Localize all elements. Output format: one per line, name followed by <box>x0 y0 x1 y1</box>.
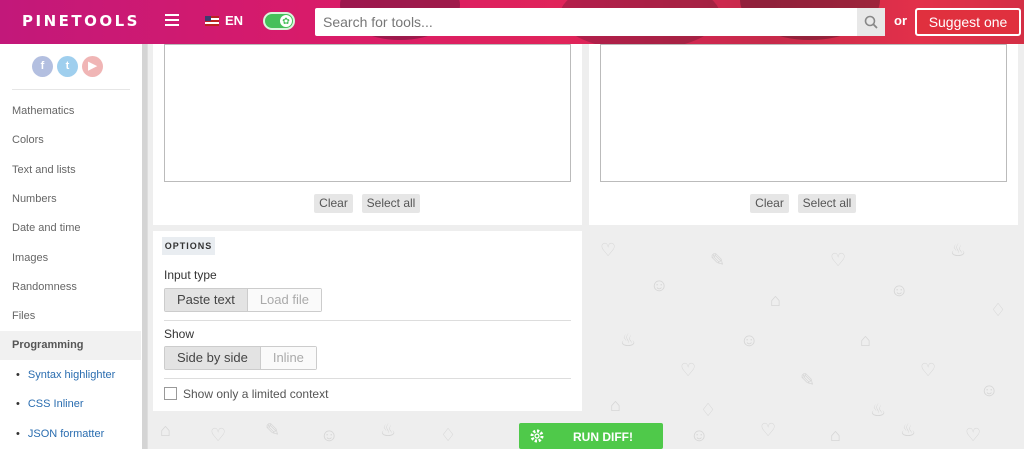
search-button[interactable] <box>857 8 885 36</box>
run-diff-label: RUN DIFF! <box>573 430 633 444</box>
search-input[interactable] <box>315 8 857 36</box>
input-type-selector: Paste text Load file <box>164 288 322 312</box>
sidebar-subitem-syntax-highlighter[interactable]: Syntax highlighter <box>16 369 115 381</box>
language-label: EN <box>225 13 244 28</box>
paste-text-option[interactable]: Paste text <box>165 289 248 311</box>
youtube-icon[interactable]: ▶ <box>82 56 103 77</box>
suggest-button[interactable]: Suggest one <box>915 8 1021 36</box>
limited-context-label[interactable]: Show only a limited context <box>183 387 328 401</box>
divider <box>12 89 130 90</box>
gear-icon <box>530 429 544 443</box>
theme-toggle[interactable]: ✿ <box>263 12 295 30</box>
sidebar-item-numbers[interactable]: Numbers <box>12 193 57 205</box>
sidebar-scrollbar[interactable] <box>142 44 147 449</box>
language-selector[interactable]: EN <box>205 13 243 28</box>
gear-icon: ✿ <box>280 15 292 27</box>
sidebar-subitem-css-inliner[interactable]: CSS Inliner <box>16 398 84 410</box>
sidebar-item-randomness[interactable]: Randomness <box>12 281 77 293</box>
facebook-icon[interactable]: f <box>32 56 53 77</box>
right-select-all-button[interactable]: Select all <box>798 194 856 213</box>
us-flag-icon <box>205 15 219 26</box>
logo[interactable]: PINETOOLS <box>22 12 140 30</box>
right-clear-button[interactable]: Clear <box>750 194 789 213</box>
left-clear-button[interactable]: Clear <box>314 194 353 213</box>
sidebar-item-date-and-time[interactable]: Date and time <box>12 222 80 234</box>
show-label: Show <box>164 327 195 341</box>
search-icon <box>864 15 878 29</box>
sidebar-item-text-and-lists[interactable]: Text and lists <box>12 164 76 176</box>
sidebar-item-programming[interactable]: Programming <box>0 331 141 360</box>
sidebar-item-files[interactable]: Files <box>12 310 35 322</box>
search-bar <box>315 8 885 36</box>
hamburger-menu-icon[interactable] <box>165 14 179 26</box>
inline-option[interactable]: Inline <box>260 347 316 369</box>
right-text-area[interactable] <box>600 44 1007 182</box>
or-text: or <box>894 13 907 28</box>
top-header: PINETOOLS EN ✿ or Suggest one <box>0 0 1024 44</box>
sidebar-subitem-json-formatter[interactable]: JSON formatter <box>16 428 104 440</box>
social-links: f t ▶ <box>32 56 103 77</box>
twitter-icon[interactable]: t <box>57 56 78 77</box>
load-file-option[interactable]: Load file <box>247 289 321 311</box>
sidebar-item-images[interactable]: Images <box>12 252 48 264</box>
left-text-area[interactable] <box>164 44 571 182</box>
run-diff-button[interactable]: RUN DIFF! <box>519 423 663 449</box>
side-by-side-option[interactable]: Side by side <box>165 347 261 369</box>
left-select-all-button[interactable]: Select all <box>362 194 420 213</box>
divider <box>164 378 571 379</box>
show-mode-selector: Side by side Inline <box>164 346 317 370</box>
limited-context-checkbox[interactable] <box>164 387 177 400</box>
sidebar: f t ▶ Mathematics Colors Text and lists … <box>0 44 148 449</box>
sidebar-item-colors[interactable]: Colors <box>12 134 44 146</box>
input-type-label: Input type <box>164 268 217 282</box>
sidebar-item-mathematics[interactable]: Mathematics <box>12 105 74 117</box>
options-title: OPTIONS <box>162 237 215 255</box>
options-panel <box>153 231 582 411</box>
divider <box>164 320 571 321</box>
